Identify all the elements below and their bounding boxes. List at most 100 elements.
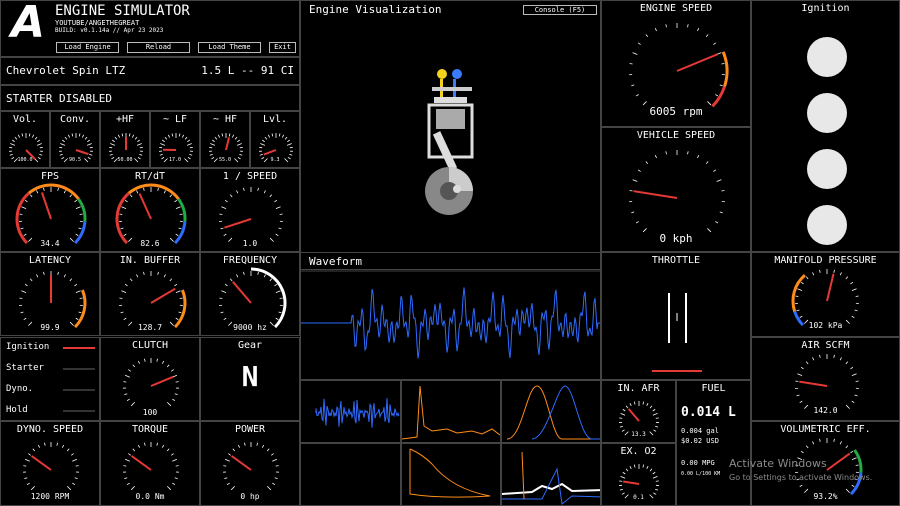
engine-name: Chevrolet Spin LTZ: [6, 64, 126, 77]
engine-info-panel: Chevrolet Spin LTZ 1.5 L -- 91 CI: [0, 57, 300, 85]
gauge-lvl: Lvl. 9.3: [250, 111, 300, 168]
gauge-vol: Vol. 100.0: [0, 111, 50, 168]
gauge-needle: [676, 53, 719, 72]
gauge-vol-value: 100.0: [17, 157, 33, 163]
volumetric-eff-gauge-value: 93.2%: [813, 492, 838, 501]
gauge-needle: [138, 193, 152, 220]
gauge-conv-label: Conv.: [59, 114, 91, 125]
manifold-pressure-gauge-value: 102 kPa: [808, 321, 843, 330]
load-theme-button[interactable]: Load Theme: [198, 42, 261, 53]
gauge-in-buffer-value: 128.7: [137, 323, 163, 332]
header-panel: A ENGINE SIMULATOR YOUTUBE/ANGETHEGREAT …: [0, 0, 300, 57]
engine-speed-gauge: ENGINE SPEED 6005 rpm: [601, 0, 751, 127]
gauge-frequency: FREQUENCY 9000 hz: [200, 252, 300, 336]
engine-speed-gauge-value: 6005 rpm: [649, 105, 703, 118]
gauge-lf-value: 17.0: [168, 157, 182, 163]
indicator-hold: Hold: [6, 405, 28, 415]
gauge-needle: [623, 480, 640, 485]
gauge-fps-label: FPS: [40, 171, 60, 182]
engine-displacement: 1.5 L -- 91 CI: [201, 64, 294, 77]
gauge-needle: [627, 408, 640, 422]
exhaust-o2-gauge-label: EX. O2: [620, 446, 657, 457]
gauge-needle: [130, 455, 152, 471]
gauge-rt-dt: RT/dT 82.6: [100, 168, 200, 252]
gauge-conv-value: 90.5: [68, 157, 82, 163]
gauge-in-buffer-label: IN. BUFFER: [119, 255, 181, 266]
gauge-needle: [633, 190, 678, 199]
vehicle-speed-gauge-value: 0 kph: [659, 232, 693, 245]
power-gauge-label: POWER: [234, 424, 266, 435]
ignition-panel: Ignition: [751, 0, 900, 252]
gauge-lf: ~ LF 17.0: [150, 111, 200, 168]
gauge-lf-label: ~ LF: [162, 114, 188, 125]
gauge-needle: [224, 218, 252, 229]
gauge-frequency-value: 9000 hz: [233, 323, 267, 332]
waveform-panel: Waveform: [300, 252, 601, 380]
gauge-conv: Conv. 90.5: [50, 111, 100, 168]
clutch-value: 100: [142, 408, 158, 417]
manifold-pressure-gauge-label: MANIFOLD PRESSURE: [774, 255, 877, 266]
engine-diagram: [425, 69, 474, 215]
indicator-ignition: Ignition: [6, 342, 50, 352]
gauge-lvl-value: 9.3: [270, 157, 280, 163]
app-title: ENGINE SIMULATOR: [55, 3, 190, 19]
gauge-needle: [225, 137, 231, 151]
gauge-fps: FPS 34.4: [0, 168, 100, 252]
gauge-hf-value: 50.00: [117, 157, 133, 163]
engine-visualization-panel: Engine Visualization Console (F5): [300, 0, 601, 270]
spectrum-plot-1: [300, 380, 401, 443]
air-scfm-gauge: AIR SCFM 142.0: [751, 337, 900, 421]
reload-button[interactable]: Reload: [127, 42, 190, 53]
exhaust-o2-gauge-value: 0.1: [633, 494, 644, 501]
gauge-hf: ~ HF 55.0: [200, 111, 250, 168]
gauge-inverse-speed-label: 1 / SPEED: [222, 171, 278, 182]
gauge-latency-value: 99.9: [40, 323, 60, 332]
clutch-panel[interactable]: CLUTCH 100: [100, 337, 200, 421]
gauge-frequency-label: FREQUENCY: [222, 255, 278, 266]
fuel-liters: 0.014 L: [681, 405, 736, 420]
gauge-needle: [232, 281, 252, 304]
indicator-light: [63, 368, 95, 370]
gauge-inverse-speed-value: 1.0: [242, 239, 258, 248]
gauge-latency-label: LATENCY: [28, 255, 72, 266]
gauge-rt-dt-label: RT/dT: [134, 171, 166, 182]
power-gauge: POWER 0 hp: [200, 421, 300, 506]
load-engine-button[interactable]: Load Engine: [56, 42, 119, 53]
fuel-cost: $0.02 USD: [681, 437, 719, 445]
gauge-hf: +HF 50.00: [100, 111, 150, 168]
watermark-subtitle: Go to Settings to activate Windows.: [729, 473, 873, 482]
engine-speed-gauge-label: ENGINE SPEED: [639, 3, 713, 14]
gauge-needle: [230, 455, 252, 471]
vehicle-speed-gauge-label: VEHICLE SPEED: [636, 130, 716, 141]
spectrum-plot-3: [501, 380, 601, 443]
gauge-in-buffer: IN. BUFFER 128.7: [100, 252, 200, 336]
gauge-needle: [75, 149, 89, 155]
volumetric-eff-gauge-label: VOLUMETRIC EFF.: [780, 424, 871, 435]
fuel-gallons: 0.004 gal: [681, 427, 719, 435]
gauge-needle: [150, 375, 174, 387]
indicator-light: [63, 410, 95, 412]
power-gauge-value: 0 hp: [240, 492, 260, 501]
dyno-speed-gauge-value: 1200 RPM: [30, 492, 70, 501]
app-logo: A: [11, 0, 46, 48]
fuel-l100km: 0.00 L/100 KM: [681, 471, 721, 477]
manifold-pressure-gauge: MANIFOLD PRESSURE 102 kPa: [751, 252, 900, 337]
gear-value: N: [241, 360, 259, 393]
gauge-hf-label: +HF: [115, 114, 135, 125]
indicator-light: [63, 389, 95, 391]
indicator-starter: Starter: [6, 363, 44, 373]
fuel-mpg: 0.00 MPG: [681, 459, 715, 467]
timing-plot: [501, 443, 601, 506]
gauge-latency: LATENCY 99.9: [0, 252, 100, 336]
gauge-needle: [150, 287, 176, 304]
gauge-needle: [263, 149, 277, 156]
gauge-vol-label: Vol.: [12, 114, 38, 125]
throttle-panel[interactable]: THROTTLE: [601, 252, 751, 380]
throttle-indicator: [652, 293, 702, 372]
pv-plot: [401, 443, 501, 506]
gauge-hf-label: ~ HF: [212, 114, 238, 125]
air-scfm-gauge-label: AIR SCFM: [801, 340, 850, 351]
indicator-panel: Ignition Starter Dyno. Hold: [0, 337, 100, 421]
indicator-dyno: Dyno.: [6, 384, 34, 394]
exit-button[interactable]: Exit: [269, 42, 296, 53]
